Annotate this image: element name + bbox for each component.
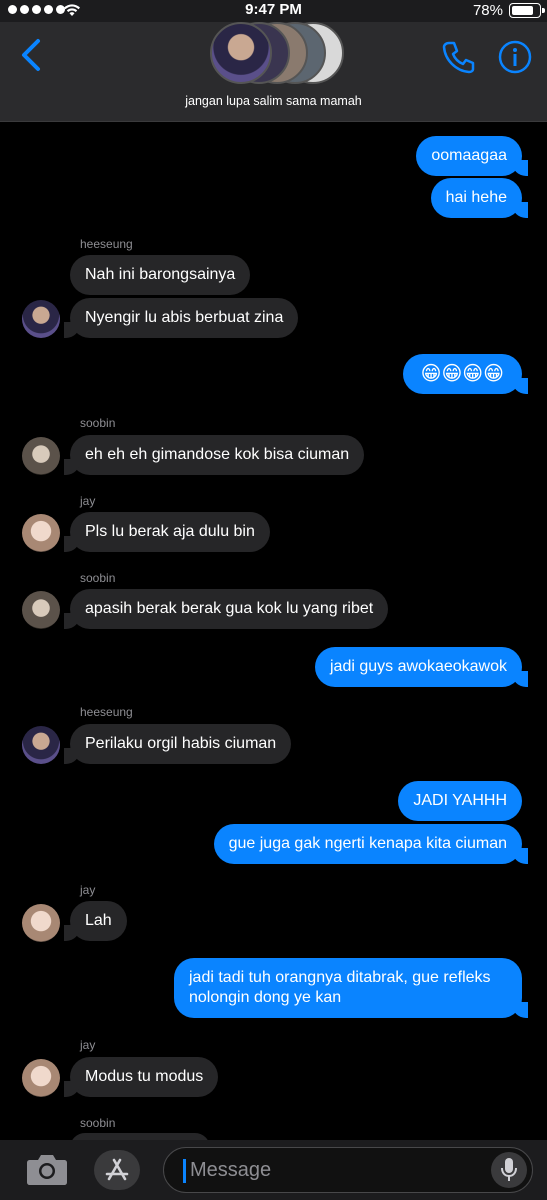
microphone-glyph-icon [501,1158,517,1181]
sender-name: soobin [80,571,116,585]
sender-name: soobin [80,1116,116,1130]
group-title[interactable]: jangan lupa salim sama mamah [0,94,547,108]
message-bubble-incoming[interactable]: Perilaku orgil habis ciuman [63,724,292,764]
chevron-left-icon[interactable] [20,38,42,72]
avatar[interactable] [22,514,60,552]
message-bubble-outgoing[interactable]: 😁😁😁😁 [402,354,529,394]
sender-name: jay [80,1038,96,1052]
app-store-glyph-icon [105,1158,129,1181]
microphone-icon[interactable] [491,1152,527,1188]
battery-percent: 78% [472,2,503,19]
app-store-icon[interactable] [94,1150,140,1190]
message-input[interactable] [163,1147,533,1193]
text-cursor [183,1159,186,1183]
sender-name: heeseung [80,705,133,719]
message-bubble-incoming[interactable]: Pls lu berak aja dulu bin [64,512,270,552]
message-bubble-incoming[interactable]: Lah [64,901,127,941]
avatar[interactable] [22,591,60,629]
message-bubble-outgoing[interactable]: gue juga gak ngerti kenapa kita ciuman [213,824,529,864]
message-bubble-incoming[interactable]: Modus tu modus [63,1057,219,1097]
avatar[interactable] [22,1059,60,1097]
avatar [210,22,272,84]
camera-icon[interactable] [26,1152,68,1186]
message-bubble-incoming[interactable]: apasih berak berak gua kok lu yang ribet [63,589,389,629]
sender-name: heeseung [80,237,133,251]
message-bubble-incoming[interactable] [70,1133,210,1140]
message-bubble-outgoing[interactable]: jadi tadi tuh orangnya ditabrak, gue ref… [174,958,528,1018]
conversation-header: jangan lupa salim sama mamah [0,22,547,122]
info-icon[interactable] [498,40,532,74]
message-list[interactable]: oomaagaa hai hehe heeseung Nah ini baron… [0,122,547,1140]
message-bubble-incoming[interactable]: Nyengir lu abis berbuat zina [63,298,299,338]
message-bubble-outgoing[interactable]: hai hehe [430,178,529,218]
status-bar: 9:47 PM 78% [0,0,547,22]
battery-icon [509,3,545,18]
sender-name: jay [80,494,96,508]
message-bubble-outgoing[interactable]: jadi guys awokaeokawok [315,647,528,687]
avatar[interactable] [22,437,60,475]
status-time: 9:47 PM [245,1,302,18]
avatar[interactable] [22,726,60,764]
avatar[interactable] [22,904,60,942]
group-avatar-stack[interactable] [210,22,345,88]
sender-name: jay [80,883,96,897]
message-bubble-outgoing[interactable]: oomaagaa [416,136,528,176]
sender-name: soobin [80,416,116,430]
message-bubble-incoming[interactable]: Nah ini barongsainya [70,255,251,295]
phone-icon[interactable] [440,39,476,75]
avatar[interactable] [22,300,60,338]
message-bubble-outgoing[interactable]: JADI YAHHH [398,781,522,821]
compose-bar [0,1140,547,1200]
message-bubble-incoming[interactable]: eh eh eh gimandose kok bisa ciuman [63,435,365,475]
